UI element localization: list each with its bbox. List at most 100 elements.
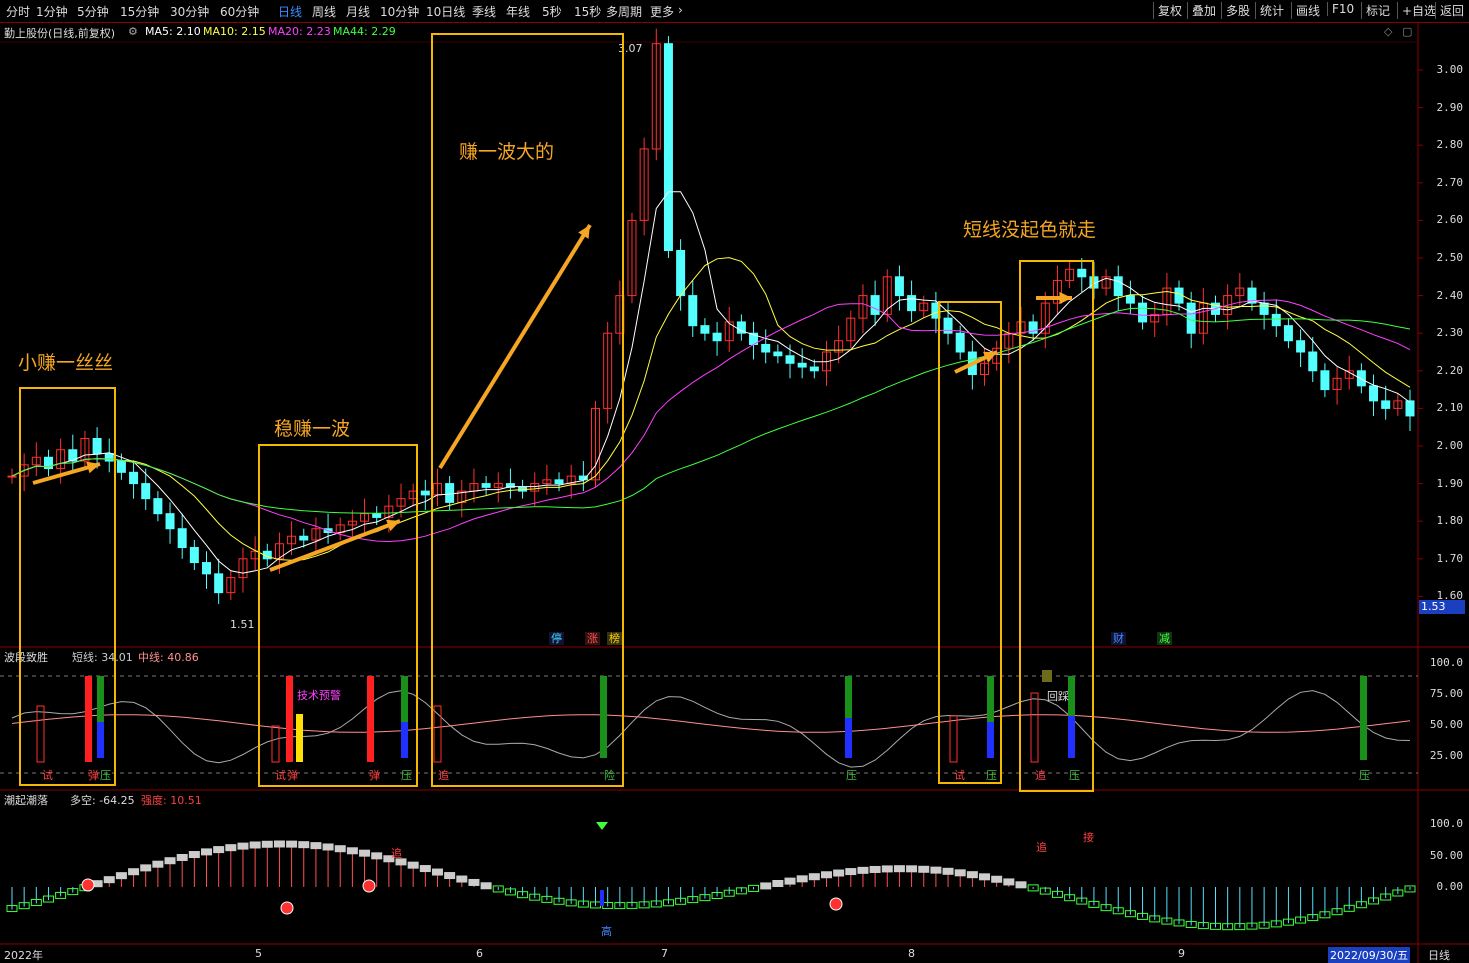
tech-warning-label: 技术预警 [297, 689, 341, 702]
candle-body [773, 351, 783, 357]
y-tick-label: 2.90 [1436, 100, 1464, 114]
step-block [906, 865, 918, 873]
indicator1-y-label: 100.0 [1429, 656, 1463, 669]
step-block [419, 865, 431, 873]
candle-body [1186, 302, 1196, 334]
step-block [942, 867, 954, 875]
signal-label: 追 [1036, 841, 1047, 854]
step-block [407, 861, 419, 869]
x-label: 9 [1178, 947, 1185, 960]
indicator2-strength: 强度: 10.51 [141, 794, 202, 807]
candle-body [420, 490, 430, 496]
kline-chart-canvas[interactable] [0, 0, 1469, 963]
ma20-label: MA20: 2.23 [268, 25, 331, 38]
candle-body [129, 471, 139, 485]
signal-label: 试 [42, 769, 53, 782]
ma-line [11, 307, 1411, 514]
x-label: 6 [476, 947, 483, 960]
step-block [334, 845, 346, 853]
candle-body [663, 43, 673, 251]
step-block [869, 865, 881, 873]
candle-body [894, 276, 904, 297]
window-icon[interactable]: ▢ [1402, 25, 1412, 38]
period-label[interactable]: 日线 [1428, 947, 1450, 963]
y-tick-label: 3.00 [1436, 63, 1464, 76]
step-block [833, 869, 845, 877]
low-price-label: 1.51 [230, 618, 255, 631]
candle-body [1125, 295, 1135, 304]
y-tick-label: 2.00 [1436, 439, 1464, 452]
step-block [820, 871, 832, 879]
indicator1-y-label: 50.00 [1429, 718, 1463, 731]
annotation-small-gain: 小赚一丝丝 [18, 352, 114, 374]
step-block [893, 865, 905, 873]
step-block [760, 882, 772, 890]
candle-body [797, 362, 807, 368]
candle-body [712, 332, 722, 342]
highlight-box-2 [258, 444, 418, 787]
indicator1-title: 波段致胜 [4, 651, 48, 664]
highlight-box-5 [1019, 260, 1094, 792]
candle-body [1308, 351, 1318, 372]
step-block [979, 873, 991, 881]
step-block [140, 864, 152, 872]
indicator1-y-label: 25.00 [1429, 749, 1463, 762]
signal-ball [81, 878, 95, 892]
candle-body [688, 295, 698, 327]
annotation-big-gain: 赚一波大的 [459, 141, 555, 163]
step-block [966, 871, 978, 879]
candle-body [1283, 325, 1293, 342]
step-block [213, 846, 225, 854]
step-block [225, 844, 237, 852]
step-block [772, 879, 784, 887]
badge-finance[interactable]: 财 [1111, 632, 1126, 645]
signal-label: 压 [100, 769, 111, 782]
y-tick-label: 2.50 [1436, 251, 1464, 264]
y-tick-label: 1.70 [1436, 551, 1464, 565]
step-block [128, 868, 140, 876]
candle-body [1405, 400, 1415, 417]
highlight-box-1 [19, 387, 116, 786]
candle-body [870, 295, 880, 315]
step-block [808, 873, 820, 881]
signal-label: 追 [1035, 769, 1046, 782]
step-block [1015, 881, 1027, 889]
annotation-steady-gain: 稳赚一波 [274, 418, 351, 440]
candle-body [1138, 302, 1148, 323]
candle-body [676, 249, 686, 297]
signal-bar [1360, 676, 1367, 760]
candle-body [1356, 370, 1366, 387]
ma44-label: MA44: 2.29 [333, 25, 396, 38]
signal-label: 压 [846, 769, 857, 782]
indicator2-bull-bear: 多空: -64.25 [70, 794, 135, 807]
settings-icon[interactable]: ⚙ [128, 25, 138, 38]
y-tick-label: 2.10 [1436, 401, 1464, 415]
step-block [115, 872, 127, 880]
candle-body [1320, 370, 1330, 391]
indicator2-y-label: 100.0 [1429, 817, 1463, 830]
annotation-exit: 短线没起色就走 [963, 219, 1097, 241]
candle-body [141, 483, 151, 500]
indicator2-y-label: 50.00 [1429, 849, 1463, 862]
step-block [881, 865, 893, 873]
current-date-tag: 2022/09/30/五 [1328, 947, 1411, 963]
step-block [322, 843, 334, 851]
step-block [273, 840, 285, 848]
x-label: 7 [661, 947, 668, 960]
y-tick-label: 1.90 [1436, 476, 1464, 490]
step-block [164, 857, 176, 865]
x-label: 5 [255, 947, 262, 960]
step-block [918, 865, 930, 873]
candle-body [1259, 302, 1269, 315]
indicator1-mid: 中线: 40.86 [138, 651, 199, 664]
badge-reduce[interactable]: 减 [1157, 632, 1172, 645]
signal-label: 险 [604, 769, 615, 782]
step-block [991, 875, 1003, 883]
diamond-icon[interactable]: ◇ [1384, 25, 1392, 38]
step-block [845, 868, 857, 876]
step-block [237, 842, 249, 850]
ma-line [11, 299, 1411, 543]
step-block [152, 860, 164, 868]
indicator2-y-label: 0.00 [1436, 880, 1464, 893]
y-tick-label: 2.20 [1436, 363, 1464, 377]
